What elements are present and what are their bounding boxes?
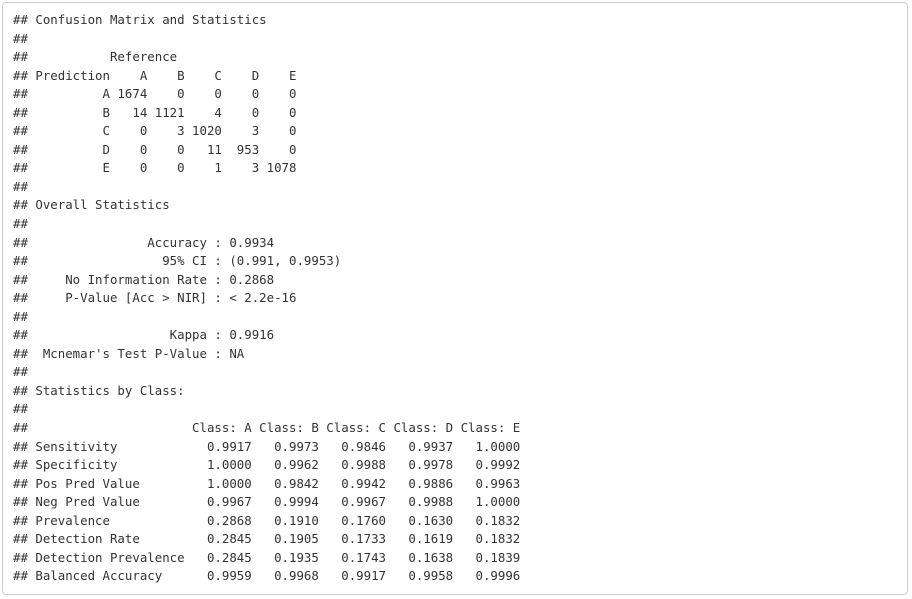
output-line-accuracy: ## Accuracy : 0.9934 <box>13 234 349 250</box>
output-line-kappa: ## Kappa : 0.9916 <box>13 327 349 343</box>
output-line-prevalence: ## Prevalence 0.2868 0.1910 0.1760 0.163… <box>13 512 521 528</box>
output-line-balanced-accuracy: ## Balanced Accuracy 0.9959 0.9968 0.991… <box>13 568 521 584</box>
output-line-mcnemar-p-value: ## Mcnemar's Test P-Value : NA <box>13 345 349 361</box>
output-line-matrix-row-d: ## D 0 0 11 953 0 <box>13 141 297 157</box>
output-line-specificity: ## Specificity 1.0000 0.9962 0.9988 0.99… <box>13 457 521 473</box>
output-line-confidence-interval: ## 95% CI : (0.991, 0.9953) <box>13 253 342 269</box>
output-line-no-information-rate: ## No Information Rate : 0.2868 <box>13 271 349 287</box>
output-line-matrix-row-e: ## E 0 0 1 3 1078 <box>13 160 297 176</box>
console-output-box: ## Confusion Matrix and Statistics ## ## … <box>2 2 908 595</box>
output-line-blank: ## <box>13 30 36 46</box>
output-line-p-value: ## P-Value [Acc > NIR] : < 2.2e-16 <box>13 290 349 306</box>
output-line-blank: ## <box>13 308 349 324</box>
output-line-blank: ## <box>13 401 36 417</box>
output-line-class-header: ## Class: A Class: B Class: C Class: D C… <box>13 420 521 436</box>
console-output-text: ## Confusion Matrix and Statistics ## ## … <box>3 3 907 586</box>
output-line-detection-prevalence: ## Detection Prevalence 0.2845 0.1935 0.… <box>13 549 521 565</box>
output-line-blank: ## <box>13 364 36 380</box>
output-line-overall-statistics-heading: ## Overall Statistics <box>13 197 170 213</box>
output-line-reference-header: ## Reference <box>13 49 178 65</box>
output-line-blank: ## <box>13 178 36 194</box>
output-line-neg-pred-value: ## Neg Pred Value 0.9967 0.9994 0.9967 0… <box>13 494 521 510</box>
output-line-matrix-row-b: ## B 14 1121 4 0 0 <box>13 104 297 120</box>
output-line-matrix-row-c: ## C 0 3 1020 3 0 <box>13 123 297 139</box>
output-line-prediction-header: ## Prediction A B C D E <box>13 67 297 83</box>
output-line-title: ## Confusion Matrix and Statistics <box>13 12 267 27</box>
output-line-pos-pred-value: ## Pos Pred Value 1.0000 0.9842 0.9942 0… <box>13 475 521 491</box>
output-line-matrix-row-a: ## A 1674 0 0 0 0 <box>13 86 297 102</box>
output-line-detection-rate: ## Detection Rate 0.2845 0.1905 0.1733 0… <box>13 531 521 547</box>
output-line-blank: ## <box>13 216 349 232</box>
output-line-statistics-by-class-heading: ## Statistics by Class: <box>13 382 185 398</box>
output-line-sensitivity: ## Sensitivity 0.9917 0.9973 0.9846 0.99… <box>13 438 521 454</box>
